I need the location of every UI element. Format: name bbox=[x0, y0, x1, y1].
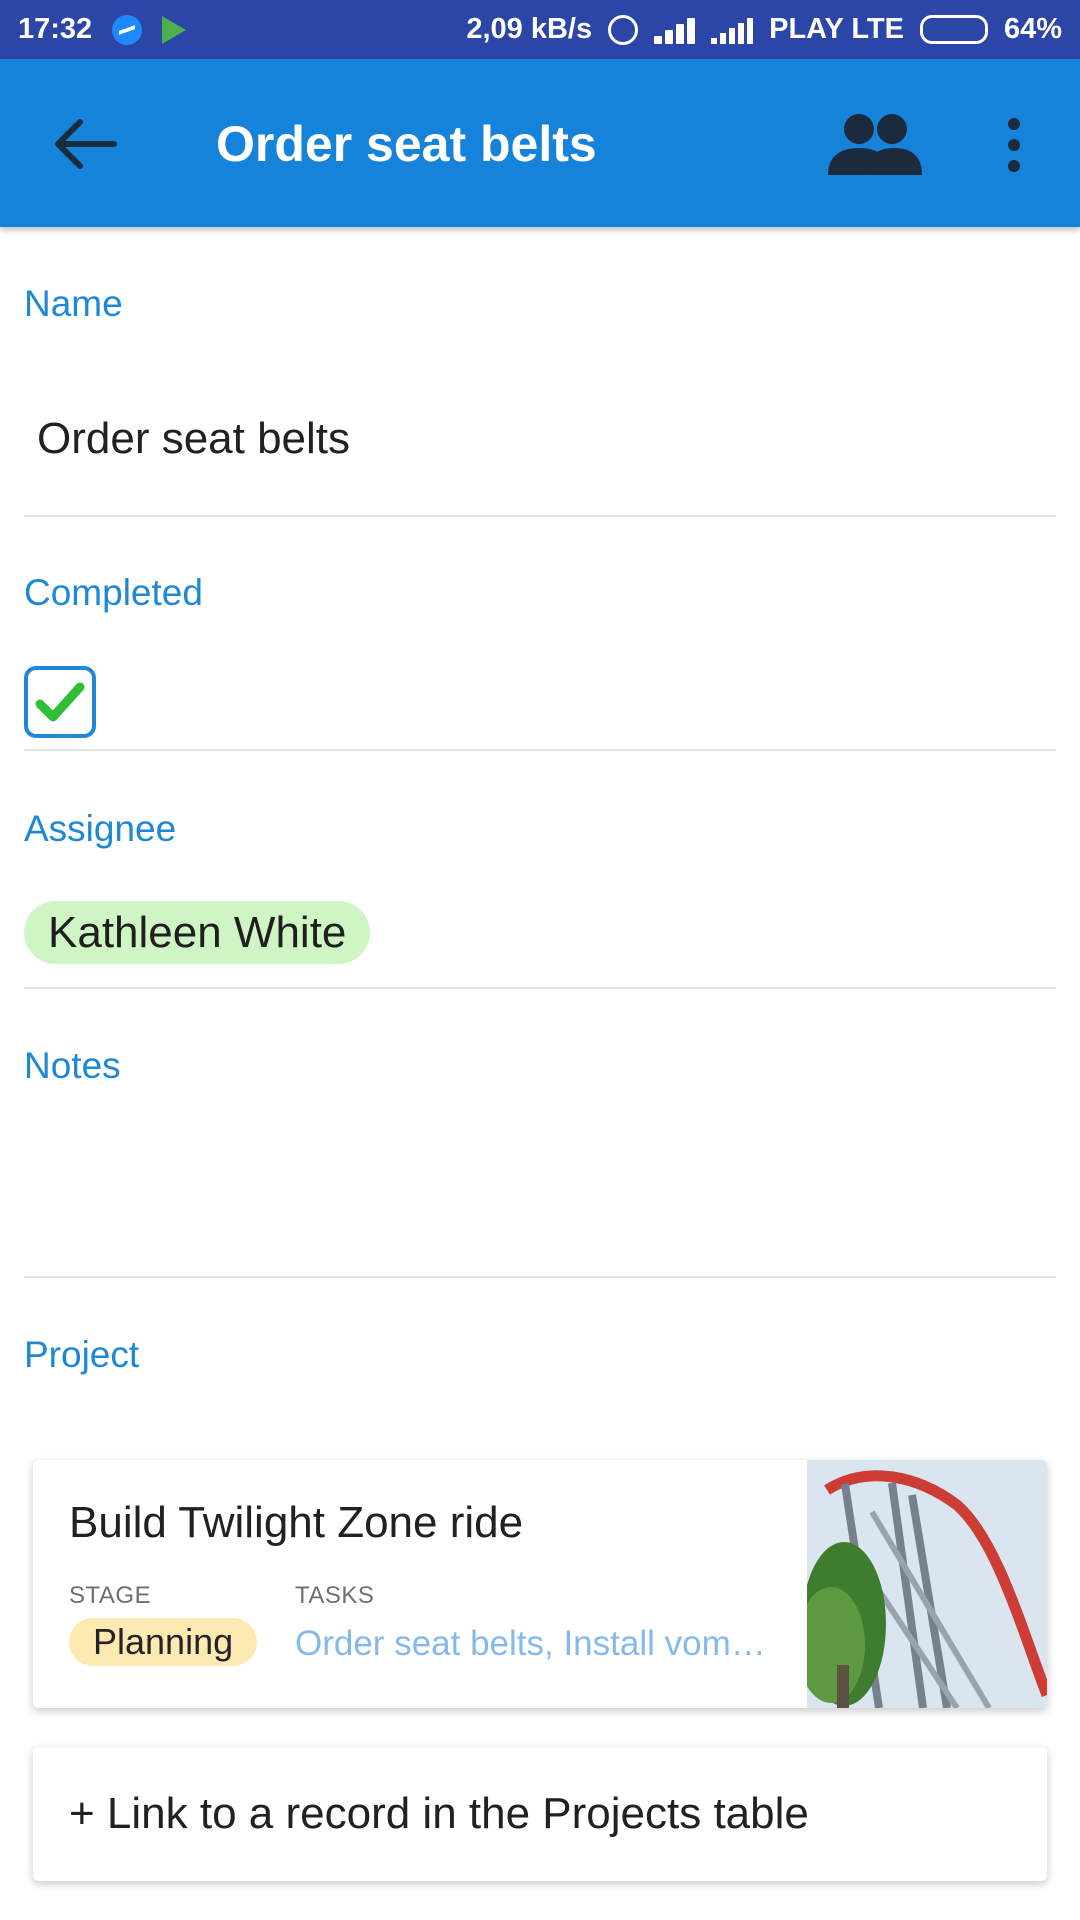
alarm-icon bbox=[608, 14, 639, 45]
notes-label: Notes bbox=[24, 1045, 121, 1086]
page-title: Order seat belts bbox=[216, 116, 597, 172]
wifi-icon bbox=[654, 16, 696, 44]
messenger-icon bbox=[112, 14, 143, 45]
battery-percentage: 64% bbox=[1003, 13, 1062, 45]
more-vertical-icon bbox=[1008, 118, 1020, 130]
status-time: 17:32 bbox=[18, 13, 93, 45]
signal-icon bbox=[711, 16, 754, 44]
more-vertical-icon bbox=[1008, 139, 1020, 151]
play-store-icon bbox=[162, 15, 187, 44]
tasks-label: TASKS bbox=[295, 1582, 375, 1609]
app-bar: Order seat belts bbox=[0, 59, 1080, 227]
completed-checkbox[interactable] bbox=[24, 666, 96, 738]
arrow-left-icon bbox=[55, 119, 117, 169]
roller-coaster-image bbox=[807, 1460, 1047, 1708]
network-speed: 2,09 kB/s bbox=[466, 13, 593, 45]
more-options-button[interactable] bbox=[992, 115, 1036, 175]
name-label: Name bbox=[24, 283, 123, 324]
assignee-label: Assignee bbox=[24, 808, 177, 849]
project-record-card[interactable]: Build Twilight Zone ride STAGE Planning … bbox=[33, 1460, 1047, 1708]
people-icon bbox=[828, 114, 922, 175]
completed-label: Completed bbox=[24, 572, 203, 613]
status-bar: 17:32 2,09 kB/s PLAY LTE 64% bbox=[0, 0, 1080, 59]
carrier-label: PLAY LTE bbox=[769, 13, 904, 45]
name-divider bbox=[24, 515, 1056, 517]
name-field[interactable]: Order seat belts bbox=[37, 414, 350, 464]
assignee-divider bbox=[24, 987, 1056, 989]
project-name: Build Twilight Zone ride bbox=[69, 1498, 524, 1547]
checkmark-icon bbox=[35, 682, 85, 722]
project-label: Project bbox=[24, 1334, 140, 1375]
notes-divider bbox=[24, 1276, 1056, 1278]
assignee-chip[interactable]: Kathleen White bbox=[24, 901, 371, 964]
stage-chip: Planning bbox=[69, 1618, 258, 1666]
link-project-record-button[interactable]: + Link to a record in the Projects table bbox=[33, 1747, 1047, 1881]
collaborators-button[interactable] bbox=[828, 113, 922, 175]
completed-divider bbox=[24, 749, 1056, 751]
tasks-value: Order seat belts, Install vom… bbox=[295, 1624, 766, 1663]
back-button[interactable] bbox=[50, 114, 120, 174]
more-vertical-icon bbox=[1008, 160, 1020, 172]
notes-field[interactable] bbox=[24, 1110, 1056, 1260]
stage-label: STAGE bbox=[69, 1582, 152, 1609]
battery-icon bbox=[919, 15, 988, 44]
